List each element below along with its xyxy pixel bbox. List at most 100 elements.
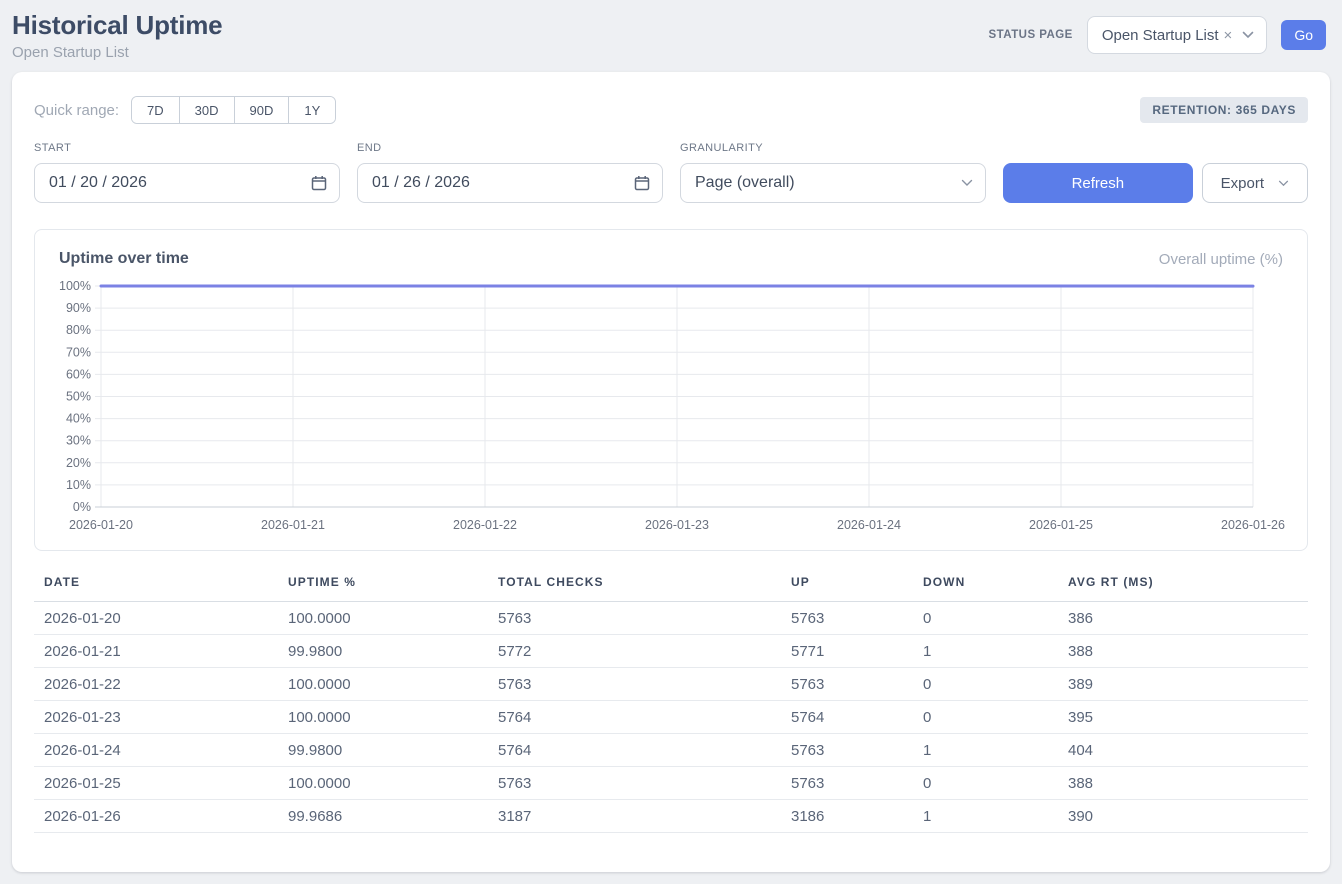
- quick-range-label: Quick range:: [34, 102, 119, 119]
- table-cell: 1: [913, 734, 1058, 767]
- svg-text:100%: 100%: [59, 279, 91, 293]
- table-cell: 389: [1058, 668, 1308, 701]
- table-cell: 395: [1058, 701, 1308, 734]
- page-subtitle: Open Startup List: [12, 44, 222, 61]
- start-date-field: START 01 / 20 / 2026: [34, 142, 340, 203]
- table-cell: 404: [1058, 734, 1308, 767]
- quick-range-7d-button[interactable]: 7D: [132, 97, 179, 123]
- retention-badge: RETENTION: 365 DAYS: [1140, 97, 1308, 123]
- table-cell: 3186: [781, 800, 913, 833]
- chart-header: Uptime over time Overall uptime (%): [59, 250, 1283, 268]
- column-header: UP: [781, 575, 913, 602]
- table-cell: 100.0000: [278, 668, 488, 701]
- column-header: AVG RT (MS): [1058, 575, 1308, 602]
- daily-uptime-table: DATEUPTIME %TOTAL CHECKSUPDOWNAVG RT (MS…: [34, 575, 1308, 833]
- page-header: Historical Uptime Open Startup List STAT…: [0, 0, 1342, 70]
- table-cell: 5764: [488, 701, 781, 734]
- page-title: Historical Uptime: [12, 10, 222, 41]
- export-button[interactable]: Export: [1202, 163, 1308, 203]
- quick-range-group: 7D 30D 90D 1Y: [131, 96, 336, 124]
- table-row: 2026-01-2199.9800577257711388: [34, 635, 1308, 668]
- table-cell: 2026-01-26: [34, 800, 278, 833]
- clear-selection-icon[interactable]: ×: [1224, 27, 1233, 44]
- table-header-row: DATEUPTIME %TOTAL CHECKSUPDOWNAVG RT (MS…: [34, 575, 1308, 602]
- table-cell: 0: [913, 767, 1058, 800]
- table-cell: 2026-01-21: [34, 635, 278, 668]
- svg-text:60%: 60%: [66, 367, 91, 381]
- svg-text:10%: 10%: [66, 478, 91, 492]
- svg-text:50%: 50%: [66, 390, 91, 404]
- status-page-selected-value: Open Startup List: [1102, 27, 1219, 44]
- granularity-label: GRANULARITY: [680, 142, 986, 154]
- refresh-button[interactable]: Refresh: [1003, 163, 1193, 203]
- svg-text:20%: 20%: [66, 456, 91, 470]
- status-page-select[interactable]: Open Startup List ×: [1087, 16, 1268, 54]
- quick-range-90d-button[interactable]: 90D: [234, 97, 289, 123]
- calendar-icon[interactable]: [634, 175, 650, 191]
- table-cell: 100.0000: [278, 701, 488, 734]
- table-row: 2026-01-2699.9686318731861390: [34, 800, 1308, 833]
- table-cell: 5763: [781, 602, 913, 635]
- svg-text:2026-01-25: 2026-01-25: [1029, 518, 1093, 532]
- svg-text:2026-01-21: 2026-01-21: [261, 518, 325, 532]
- chevron-down-icon: [961, 179, 973, 187]
- svg-text:30%: 30%: [66, 434, 91, 448]
- chart-legend-label: Overall uptime (%): [1159, 251, 1283, 268]
- table-cell: 5763: [488, 668, 781, 701]
- end-date-value: 01 / 26 / 2026: [372, 174, 470, 192]
- table-row: 2026-01-23100.0000576457640395: [34, 701, 1308, 734]
- calendar-icon[interactable]: [311, 175, 327, 191]
- title-block: Historical Uptime Open Startup List: [12, 10, 222, 61]
- table-cell: 5763: [488, 602, 781, 635]
- granularity-select[interactable]: Page (overall): [680, 163, 986, 203]
- table-cell: 3187: [488, 800, 781, 833]
- table-cell: 5771: [781, 635, 913, 668]
- table-cell: 2026-01-23: [34, 701, 278, 734]
- svg-text:2026-01-26: 2026-01-26: [1221, 518, 1285, 532]
- table-cell: 390: [1058, 800, 1308, 833]
- table-cell: 386: [1058, 602, 1308, 635]
- chevron-down-icon: [1242, 31, 1254, 39]
- start-date-input[interactable]: 01 / 20 / 2026: [34, 163, 340, 203]
- table-cell: 5763: [781, 767, 913, 800]
- end-date-label: END: [357, 142, 663, 154]
- start-date-label: START: [34, 142, 340, 154]
- table-row: 2026-01-2499.9800576457631404: [34, 734, 1308, 767]
- end-date-input[interactable]: 01 / 26 / 2026: [357, 163, 663, 203]
- start-date-value: 01 / 20 / 2026: [49, 174, 147, 192]
- column-header: UPTIME %: [278, 575, 488, 602]
- table-cell: 100.0000: [278, 602, 488, 635]
- table-cell: 100.0000: [278, 767, 488, 800]
- svg-text:2026-01-24: 2026-01-24: [837, 518, 901, 532]
- table-cell: 1: [913, 635, 1058, 668]
- chart-title: Uptime over time: [59, 250, 189, 268]
- uptime-chart: 2026-01-20 2026-01-21 2026-01-22 2026-01-23…: [59, 276, 1283, 538]
- uptime-table-body: 2026-01-20100.00005763576303862026-01-21…: [34, 602, 1308, 833]
- table-cell: 99.9800: [278, 635, 488, 668]
- svg-text:2026-01-22: 2026-01-22: [453, 518, 517, 532]
- table-cell: 0: [913, 602, 1058, 635]
- svg-text:2026-01-20: 2026-01-20: [69, 518, 133, 532]
- go-button[interactable]: Go: [1281, 20, 1326, 50]
- svg-text:2026-01-23: 2026-01-23: [645, 518, 709, 532]
- table-cell: 5763: [781, 734, 913, 767]
- svg-text:40%: 40%: [66, 412, 91, 426]
- table-cell: 2026-01-25: [34, 767, 278, 800]
- quick-range-30d-button[interactable]: 30D: [179, 97, 234, 123]
- table-row: 2026-01-22100.0000576357630389: [34, 668, 1308, 701]
- uptime-chart-card: Uptime over time Overall uptime (%) 2026…: [34, 229, 1308, 551]
- svg-text:0%: 0%: [73, 500, 91, 514]
- daily-uptime-table-wrap: DATEUPTIME %TOTAL CHECKSUPDOWNAVG RT (MS…: [34, 575, 1308, 833]
- table-cell: 2026-01-24: [34, 734, 278, 767]
- granularity-field: GRANULARITY Page (overall): [680, 142, 986, 203]
- chevron-down-icon: [1278, 180, 1289, 187]
- column-header: DATE: [34, 575, 278, 602]
- table-cell: 2026-01-22: [34, 668, 278, 701]
- quick-range-1y-button[interactable]: 1Y: [288, 97, 335, 123]
- granularity-selected-value: Page (overall): [695, 174, 795, 192]
- svg-text:70%: 70%: [66, 345, 91, 359]
- column-header: TOTAL CHECKS: [488, 575, 781, 602]
- table-cell: 5764: [781, 701, 913, 734]
- svg-text:90%: 90%: [66, 301, 91, 315]
- table-cell: 388: [1058, 635, 1308, 668]
